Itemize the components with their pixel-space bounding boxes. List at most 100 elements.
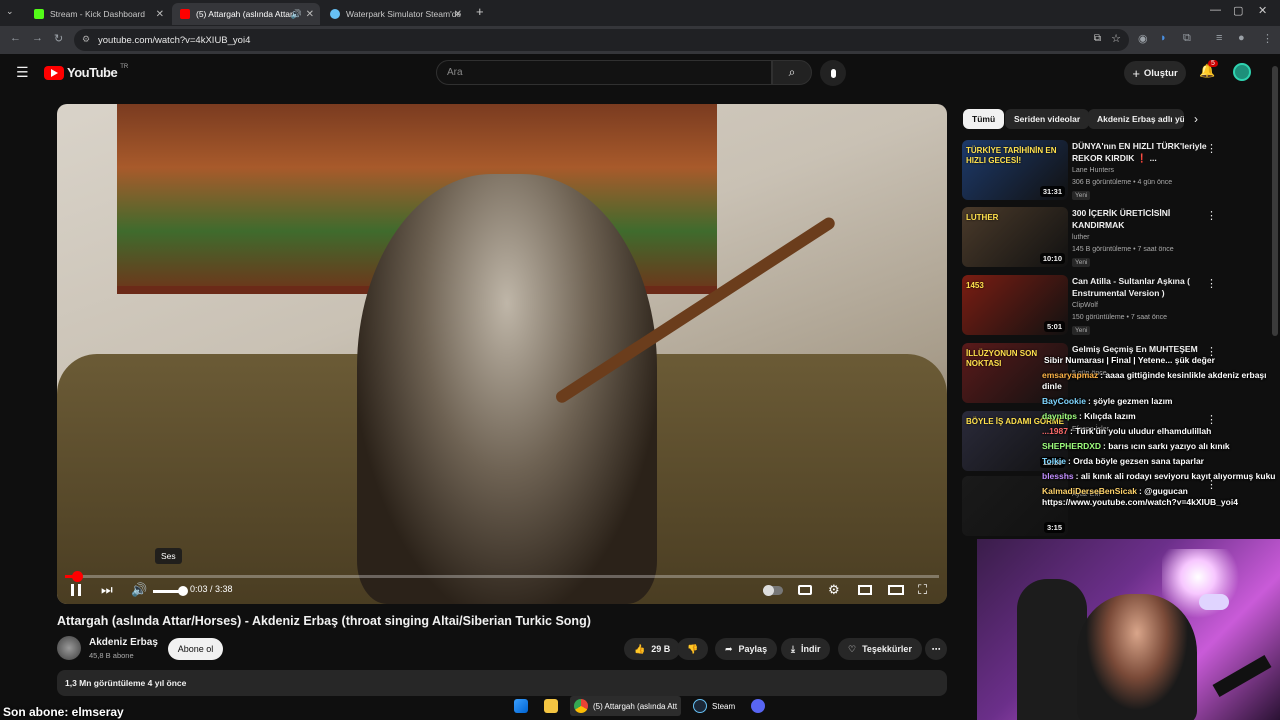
mute-button[interactable]: 🔊 — [131, 582, 147, 598]
miniplayer-icon — [858, 585, 872, 595]
more-horizontal-icon: ⋯ — [931, 643, 941, 654]
thumbnail-text: 1453 — [966, 281, 984, 290]
recommendation-title[interactable]: Gelmiş Geçmiş En MUHTEŞEM — [1072, 343, 1207, 355]
maximize-icon[interactable]: ▢ — [1233, 4, 1243, 17]
close-window-icon[interactable]: ✕ — [1258, 4, 1267, 17]
recommendation-item[interactable]: TÜRKİYE TARİHİNİN EN HIZLI GECESİ! 31:31… — [962, 140, 1272, 202]
install-app-icon[interactable]: ⧉ — [1094, 33, 1101, 44]
more-vertical-icon[interactable]: ⋮ — [1206, 277, 1217, 290]
recommendation-thumbnail[interactable]: LUTHER 10:10 — [962, 207, 1068, 267]
tab-waterpark-steam[interactable]: Waterpark Simulator Steam'de ✕ — [322, 3, 468, 25]
miniplayer-button[interactable] — [858, 582, 872, 598]
chip-series-videos[interactable]: Seriden videolar — [1005, 109, 1090, 129]
chat-username: KalmadiDerseBenSicak — [1042, 486, 1137, 496]
more-vertical-icon[interactable]: ⋮ — [1206, 142, 1217, 155]
channel-name[interactable]: Akdeniz Erbaş — [89, 637, 158, 648]
fullscreen-button[interactable]: ⛶ — [918, 582, 927, 598]
hamburger-menu-icon[interactable]: ☰ — [16, 64, 29, 81]
create-button[interactable]: + Oluştur — [1124, 61, 1186, 85]
recommendation-item[interactable]: LUTHER 10:10 300 İÇERİK ÜRETİCİSİNİ KAND… — [962, 207, 1272, 269]
recommendation-thumbnail[interactable]: TÜRKİYE TARİHİNİN EN HIZLI GECESİ! 31:31 — [962, 140, 1068, 200]
close-tab-icon[interactable]: ✕ — [156, 9, 164, 20]
chat-message: BayCookie: şöyle gezmen lazım — [1042, 396, 1280, 407]
notification-count-badge: 5 — [1208, 60, 1218, 67]
notifications-button[interactable]: 🔔 5 — [1199, 60, 1218, 79]
chip-all[interactable]: Tümü — [963, 109, 1005, 129]
taskbar-steam[interactable]: Steam — [689, 696, 739, 716]
steam-icon — [693, 699, 708, 713]
recommendation-item[interactable]: 1453 5:01 Can Atilla - Sultanlar Aşkına … — [962, 275, 1272, 337]
chevron-right-icon[interactable]: › — [1194, 112, 1198, 126]
taskbar-file-explorer[interactable] — [540, 696, 562, 716]
search-button[interactable]: ⌕ — [772, 60, 812, 85]
back-icon[interactable]: ← — [10, 32, 21, 44]
page-scrollbar[interactable] — [1272, 66, 1278, 336]
description-box[interactable]: 1,3 Mn görüntüleme 4 yıl önce — [57, 670, 947, 696]
duration-badge: 10:10 — [1039, 253, 1065, 264]
discord-icon — [751, 699, 766, 713]
extensions-puzzle-icon[interactable]: ⧉ — [1183, 32, 1191, 45]
next-button[interactable]: ⏭ — [101, 582, 113, 598]
taskbar-discord[interactable] — [747, 696, 769, 716]
address-bar[interactable]: ⚙ youtube.com/watch?v=4kXIUB_yoi4 ⧉ ☆ — [74, 29, 1129, 51]
recommendation-title[interactable]: DÜNYA'nın EN HIZLI TÜRK'leriyle REKOR KI… — [1072, 140, 1207, 164]
taskbar-chrome-window[interactable]: (5) Attargah (aslında Att — [570, 696, 682, 716]
theater-mode-button[interactable] — [888, 582, 904, 598]
recommendation-channel[interactable]: Lane Hunters — [1072, 167, 1114, 174]
youtube-logo[interactable]: YouTube TR — [44, 64, 128, 80]
recommendation-channel[interactable]: ClipWolf — [1072, 302, 1098, 309]
share-button[interactable]: ➦ Paylaş — [715, 638, 778, 660]
recommendation-title[interactable]: 300 İÇERİK ÜRETİCİSİNİ KANDIRMAK — [1072, 207, 1207, 231]
extension-icon[interactable]: ◉ — [1138, 32, 1148, 45]
subtitles-icon — [798, 585, 812, 595]
new-tab-icon[interactable]: + — [476, 4, 484, 19]
forward-icon[interactable]: → — [32, 32, 43, 44]
extension-icon[interactable]: ◗ — [1160, 32, 1167, 44]
minimize-icon[interactable]: — — [1210, 4, 1221, 16]
more-vertical-icon[interactable]: ⋮ — [1206, 209, 1217, 222]
settings-button[interactable]: ⚙ — [828, 582, 840, 598]
like-button[interactable]: 👍 29 B — [624, 638, 681, 660]
account-avatar[interactable] — [1233, 63, 1251, 81]
speaker-icon[interactable]: 🔊 — [291, 9, 302, 20]
thanks-button[interactable]: ♡ Teşekkürler — [838, 638, 922, 660]
close-tab-icon[interactable]: ✕ — [454, 9, 462, 20]
chat-message: daynitps: Kılıçda lazım — [1042, 411, 1280, 422]
recommendation-thumbnail[interactable]: 1453 5:01 — [962, 275, 1068, 335]
start-button[interactable] — [510, 696, 532, 716]
recommendation-title[interactable]: Can Atilla - Sultanlar Aşkına ( Enstrume… — [1072, 275, 1207, 299]
browser-menu-icon[interactable]: ⋮ — [1262, 32, 1273, 45]
bookmark-star-icon[interactable]: ☆ — [1111, 32, 1121, 45]
video-player[interactable]: Ses ⏭ 🔊 0:03 / 3:38 ⚙ ⛶ — [57, 104, 947, 604]
progress-bar[interactable] — [65, 571, 939, 582]
reload-icon[interactable]: ↻ — [54, 32, 63, 45]
media-control-icon[interactable]: ≡ — [1216, 32, 1222, 44]
volume-slider-handle[interactable] — [178, 586, 188, 596]
profile-icon[interactable]: ● — [1238, 32, 1245, 44]
tab-search-icon[interactable]: ⌄ — [6, 6, 14, 17]
more-actions-button[interactable]: ⋯ — [925, 638, 947, 660]
recommendation-channel[interactable]: luther — [1072, 234, 1090, 241]
browser-tab-bar: ⌄ Stream - Kick Dashboard ✕ (5) Attargah… — [0, 0, 1280, 26]
dislike-button[interactable]: 👎 — [677, 638, 709, 660]
pause-button[interactable] — [71, 582, 81, 598]
search-input[interactable]: Ara — [436, 60, 772, 85]
chat-username: Tolkie — [1042, 456, 1066, 466]
channel-avatar[interactable] — [57, 636, 81, 660]
voice-search-button[interactable] — [820, 60, 846, 86]
site-info-icon[interactable]: ⚙ — [82, 34, 90, 45]
create-label: Oluştur — [1143, 67, 1178, 79]
download-button[interactable]: ⤓ İndir — [781, 638, 831, 660]
subtitles-button[interactable] — [798, 582, 812, 598]
streamer — [1077, 594, 1197, 720]
autoplay-toggle[interactable] — [763, 582, 783, 598]
chip-channel-videos[interactable]: Akdeniz Erbaş adlı yü — [1088, 109, 1184, 129]
chat-message: blesshs: ali kınık ali rodayı seviyoru k… — [1042, 471, 1280, 482]
tab-youtube-attargah[interactable]: (5) Attargah (aslında Attar/ 🔊 ✕ — [172, 3, 320, 25]
close-tab-icon[interactable]: ✕ — [306, 9, 314, 20]
volume-tooltip: Ses — [155, 548, 182, 564]
subscribe-button[interactable]: Abone ol — [168, 638, 223, 660]
chat-message: Sibir Numarası | Final | Yetene... şük d… — [1042, 355, 1280, 366]
tab-kick-dashboard[interactable]: Stream - Kick Dashboard ✕ — [26, 3, 170, 25]
time-display: 0:03 / 3:38 — [190, 584, 233, 594]
